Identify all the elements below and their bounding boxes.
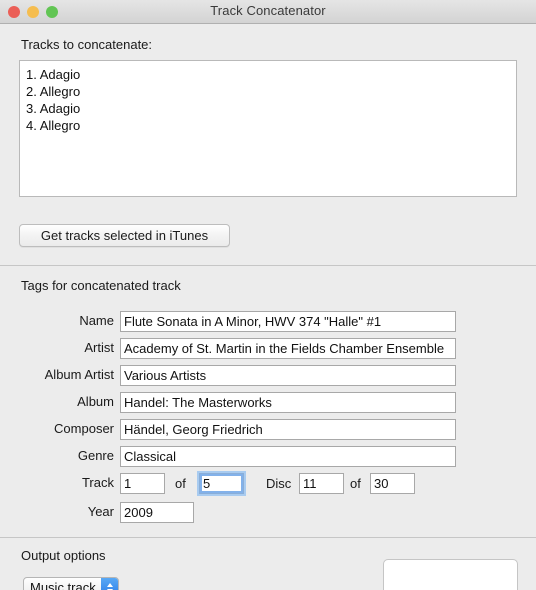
album-field[interactable]: Handel: The Masterworks	[120, 392, 456, 413]
track-number-field[interactable]: 1	[120, 473, 165, 494]
list-item[interactable]: 2. Allegro	[20, 83, 516, 100]
window-titlebar: Track Concatenator	[0, 0, 536, 24]
disc-label: Disc	[266, 476, 292, 491]
window-content: Tracks to concatenate: 1. Adagio 2. Alle…	[0, 24, 536, 590]
track-concatenator-window: Track Concatenator Tracks to concatenate…	[0, 0, 536, 590]
name-label: Name	[79, 313, 114, 328]
album-artist-label: Album Artist	[44, 367, 114, 382]
disc-of-label: of	[350, 476, 361, 491]
chevron-updown-icon	[101, 578, 118, 590]
track-total-field[interactable]: 5	[199, 473, 244, 494]
tracks-section-label: Tracks to concatenate:	[21, 37, 153, 52]
composer-label: Composer	[54, 421, 114, 436]
output-type-value: Music track	[30, 580, 96, 590]
artist-field[interactable]: Academy of St. Martin in the Fields Cham…	[120, 338, 456, 359]
section-divider-tags	[0, 265, 536, 266]
output-type-select[interactable]: Music track	[23, 577, 119, 590]
disc-number-field[interactable]: 11	[299, 473, 344, 494]
window-title: Track Concatenator	[210, 3, 326, 18]
composer-field[interactable]: Händel, Georg Friedrich	[120, 419, 456, 440]
year-label: Year	[87, 504, 114, 519]
section-divider-output	[0, 537, 536, 538]
get-tracks-button[interactable]: Get tracks selected in iTunes	[19, 224, 230, 247]
name-field[interactable]: Flute Sonata in A Minor, HWV 374 "Halle"…	[120, 311, 456, 332]
tracks-listbox[interactable]: 1. Adagio 2. Allegro 3. Adagio 4. Allegr…	[19, 60, 517, 197]
artist-label: Artist	[84, 340, 114, 355]
genre-field[interactable]: Classical	[120, 446, 456, 467]
genre-label: Genre	[77, 448, 114, 463]
track-of-label: of	[175, 476, 186, 491]
album-label: Album	[77, 394, 114, 409]
list-item[interactable]: 4. Allegro	[20, 117, 516, 134]
list-item[interactable]: 3. Adagio	[20, 100, 516, 117]
output-section-label: Output options	[21, 548, 106, 563]
list-item[interactable]: 1. Adagio	[20, 66, 516, 83]
track-label: Track	[81, 475, 114, 490]
tags-section-label: Tags for concatenated track	[21, 278, 181, 293]
year-field[interactable]: 2009	[120, 502, 194, 523]
concatenate-button[interactable]: Concatenate!	[383, 559, 518, 590]
album-artist-field[interactable]: Various Artists	[120, 365, 456, 386]
disc-total-field[interactable]: 30	[370, 473, 415, 494]
